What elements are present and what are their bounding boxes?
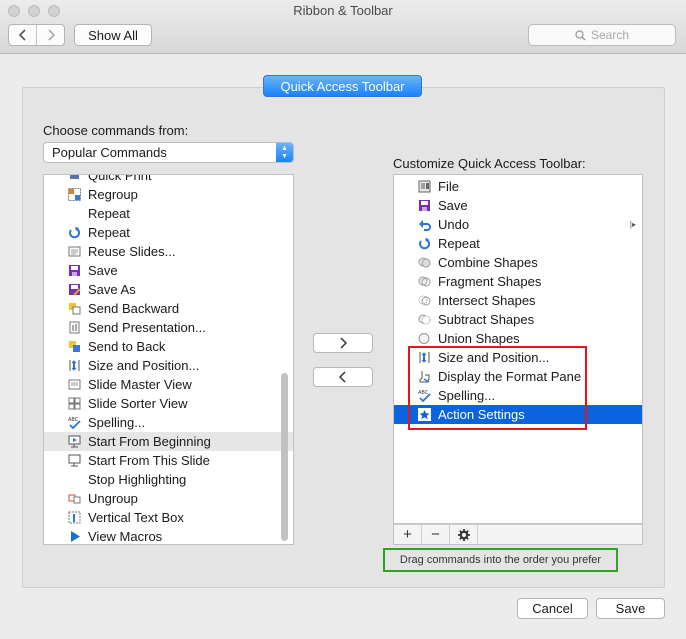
search-field[interactable]: Search bbox=[528, 24, 676, 46]
svg-text:ABC: ABC bbox=[68, 417, 79, 423]
list-item[interactable]: Slide Sorter View bbox=[44, 394, 293, 413]
send-backward-icon bbox=[69, 303, 81, 315]
send-presentation-icon bbox=[69, 321, 80, 334]
list-item[interactable]: View Macros bbox=[44, 527, 293, 544]
title-bar: Ribbon & Toolbar Show All Search bbox=[0, 0, 686, 54]
list-item[interactable]: Regroup bbox=[44, 185, 293, 204]
list-item[interactable]: Quick Print bbox=[44, 175, 293, 185]
list-item[interactable]: Send Presentation... bbox=[44, 318, 293, 337]
repeat-icon bbox=[69, 227, 81, 239]
list-item[interactable]: Save As bbox=[44, 280, 293, 299]
list-item[interactable]: ABC Spelling... bbox=[44, 413, 293, 432]
back-forward-group bbox=[8, 24, 65, 46]
file-icon bbox=[418, 180, 431, 193]
item-options-button[interactable] bbox=[450, 525, 478, 544]
chevron-left-icon bbox=[18, 29, 26, 41]
size-position-icon bbox=[69, 360, 80, 371]
gear-icon bbox=[457, 528, 470, 541]
list-item[interactable]: File bbox=[394, 177, 642, 196]
vertical-text-box-icon bbox=[68, 511, 81, 524]
reuse-slides-icon bbox=[68, 246, 81, 257]
combine-shapes-icon bbox=[418, 257, 431, 268]
fragment-shapes-icon bbox=[418, 276, 431, 287]
list-item[interactable]: Repeat bbox=[394, 234, 642, 253]
undo-icon bbox=[419, 220, 431, 231]
start-this-slide-icon bbox=[68, 454, 81, 467]
search-placeholder: Search bbox=[590, 28, 630, 42]
list-item[interactable]: Save bbox=[44, 261, 293, 280]
chevron-left-icon bbox=[339, 371, 346, 383]
search-icon bbox=[575, 29, 586, 40]
add-item-button[interactable]: + bbox=[394, 525, 422, 544]
command-source-value: Popular Commands bbox=[52, 145, 167, 160]
up-down-chevron-icon: ▲ ▼ bbox=[276, 143, 293, 162]
list-item[interactable]: Stop Highlighting bbox=[44, 470, 293, 489]
drag-hint-text: Drag commands into the order you prefer bbox=[383, 548, 618, 572]
tab-quick-access-toolbar[interactable]: Quick Access Toolbar bbox=[263, 75, 422, 97]
list-item[interactable]: Repeat bbox=[44, 223, 293, 242]
available-commands-list[interactable]: Quick Print Regroup Repeat Repeat Reuse … bbox=[43, 174, 294, 545]
printer-icon bbox=[70, 175, 79, 179]
list-item[interactable]: Subtract Shapes bbox=[394, 310, 642, 329]
chevron-right-icon bbox=[340, 337, 347, 349]
list-item[interactable]: Undo |▸ bbox=[394, 215, 642, 234]
repeat-icon bbox=[419, 238, 431, 250]
show-all-button[interactable]: Show All bbox=[74, 24, 152, 46]
list-item[interactable]: Combine Shapes bbox=[394, 253, 642, 272]
customize-toolbar-label: Customize Quick Access Toolbar: bbox=[393, 156, 586, 171]
send-to-back-icon bbox=[69, 341, 80, 352]
forward-button[interactable] bbox=[36, 25, 64, 45]
list-item[interactable]: Send to Back bbox=[44, 337, 293, 356]
list-item[interactable]: Slide Master View bbox=[44, 375, 293, 394]
left-list-scrollbar[interactable] bbox=[281, 373, 288, 541]
ungroup-icon bbox=[68, 494, 81, 504]
submenu-arrow-icon: |▸ bbox=[629, 220, 636, 229]
list-item[interactable]: Start From This Slide bbox=[44, 451, 293, 470]
remove-item-button[interactable]: − bbox=[422, 525, 450, 544]
slide-sorter-icon bbox=[68, 397, 81, 410]
subtract-shapes-icon bbox=[418, 314, 431, 325]
save-as-icon bbox=[69, 284, 81, 296]
save-icon bbox=[419, 200, 430, 211]
start-beginning-icon bbox=[68, 435, 81, 448]
cancel-button[interactable]: Cancel bbox=[517, 598, 588, 619]
remove-command-button[interactable] bbox=[313, 367, 373, 387]
play-macro-icon bbox=[71, 531, 80, 542]
minus-icon: − bbox=[431, 526, 440, 543]
chevron-right-icon bbox=[47, 29, 55, 41]
list-item[interactable]: Fragment Shapes bbox=[394, 272, 642, 291]
command-source-select[interactable]: Popular Commands ▲ ▼ bbox=[43, 142, 294, 163]
preferences-window: Ribbon & Toolbar Show All Search Quick A… bbox=[0, 0, 686, 639]
list-item[interactable]: Reuse Slides... bbox=[44, 242, 293, 261]
slide-master-icon bbox=[68, 379, 81, 390]
list-item[interactable]: Size and Position... bbox=[44, 356, 293, 375]
highlight-outline-red bbox=[408, 346, 587, 430]
list-item[interactable]: Repeat bbox=[44, 204, 293, 223]
back-button[interactable] bbox=[9, 25, 36, 45]
union-shapes-icon bbox=[418, 333, 430, 344]
regroup-icon bbox=[68, 188, 81, 201]
save-icon bbox=[69, 265, 80, 276]
save-button[interactable]: Save bbox=[596, 598, 665, 619]
list-edit-toolbar: + − bbox=[393, 524, 643, 545]
window-title: Ribbon & Toolbar bbox=[293, 3, 393, 18]
add-command-button[interactable] bbox=[313, 333, 373, 353]
list-item[interactable]: Start From Beginning bbox=[44, 432, 293, 451]
list-item[interactable]: Send Backward bbox=[44, 299, 293, 318]
list-item[interactable]: Vertical Text Box bbox=[44, 508, 293, 527]
list-item[interactable]: Save bbox=[394, 196, 642, 215]
choose-commands-label: Choose commands from: bbox=[43, 123, 189, 138]
spelling-icon: ABC bbox=[68, 417, 81, 429]
list-item[interactable]: Ungroup bbox=[44, 489, 293, 508]
intersect-shapes-icon bbox=[418, 295, 431, 306]
list-item[interactable]: Intersect Shapes bbox=[394, 291, 642, 310]
plus-icon: + bbox=[403, 526, 412, 543]
